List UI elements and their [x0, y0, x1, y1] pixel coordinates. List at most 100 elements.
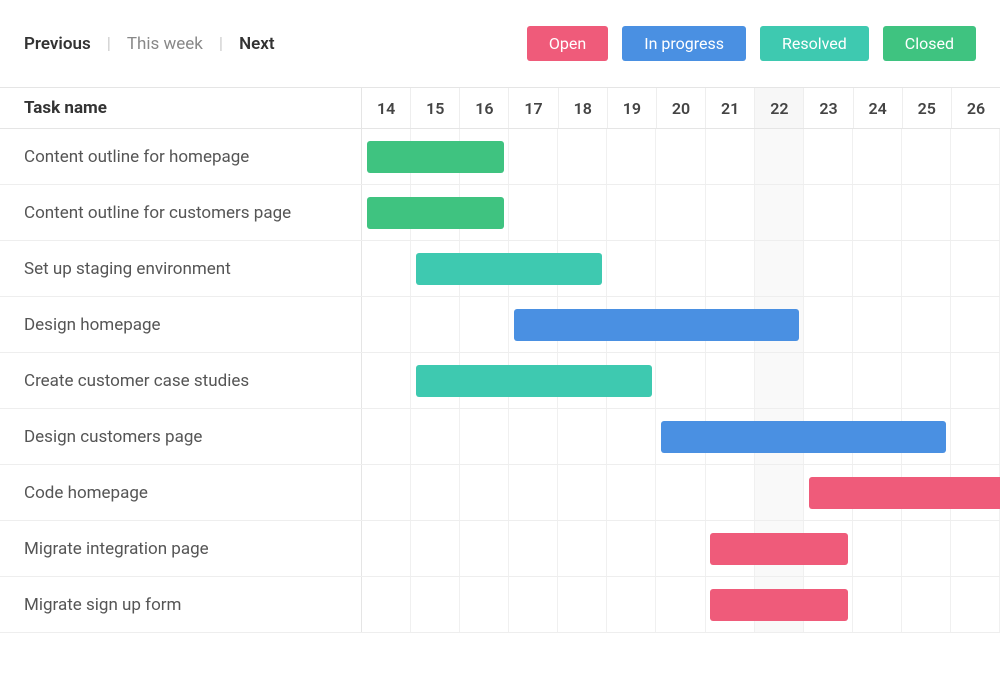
timeline-cell: [706, 129, 755, 184]
timeline-cell: [706, 185, 755, 240]
task-timeline: [362, 409, 1000, 464]
task-name-header[interactable]: Task name: [0, 88, 362, 128]
timeline-cell: [509, 129, 558, 184]
gantt-bar[interactable]: [661, 421, 946, 453]
timeline-cell: [509, 465, 558, 520]
timeline-cell: [558, 185, 607, 240]
gantt-bar[interactable]: [809, 477, 1000, 509]
task-name[interactable]: Content outline for customers page: [0, 185, 362, 240]
day-header-cell[interactable]: 25: [903, 88, 952, 128]
task-timeline: [362, 297, 1000, 352]
timeline-cell: [755, 353, 804, 408]
timeline-cell: [509, 521, 558, 576]
timeline-cell: [853, 241, 902, 296]
nav-separator: |: [107, 34, 111, 54]
timeline-cell: [362, 297, 411, 352]
timeline-cell: [656, 465, 705, 520]
task-timeline: [362, 353, 1000, 408]
nav-previous[interactable]: Previous: [24, 34, 91, 54]
timeline-cell: [853, 353, 902, 408]
day-header-cell[interactable]: 20: [657, 88, 706, 128]
status-filter-open[interactable]: Open: [527, 26, 608, 61]
task-name[interactable]: Content outline for homepage: [0, 129, 362, 184]
gantt-bar[interactable]: [367, 197, 504, 229]
task-timeline: [362, 185, 1000, 240]
task-name[interactable]: Migrate sign up form: [0, 577, 362, 632]
timeline-cell: [951, 409, 1000, 464]
gantt-bar[interactable]: [514, 309, 799, 341]
gantt-bar[interactable]: [710, 589, 847, 621]
timeline-cell: [902, 129, 951, 184]
timeline-cell: [558, 409, 607, 464]
task-name[interactable]: Design customers page: [0, 409, 362, 464]
timeline-cell: [656, 353, 705, 408]
status-filter-in_progress[interactable]: In progress: [622, 26, 746, 61]
day-header-cell[interactable]: 14: [362, 88, 411, 128]
timeline-cell: [706, 465, 755, 520]
gantt-bar[interactable]: [710, 533, 847, 565]
gantt-bar[interactable]: [367, 141, 504, 173]
timeline-cell: [853, 297, 902, 352]
gantt-bar[interactable]: [416, 253, 602, 285]
timeline-cell: [558, 521, 607, 576]
timeline-cell: [902, 353, 951, 408]
task-name[interactable]: Code homepage: [0, 465, 362, 520]
timeline-cell: [853, 577, 902, 632]
timeline-cell: [411, 521, 460, 576]
timeline-cell: [656, 241, 705, 296]
task-timeline: [362, 129, 1000, 184]
timeline-cell: [460, 577, 509, 632]
task-name[interactable]: Create customer case studies: [0, 353, 362, 408]
day-header-cell[interactable]: 15: [411, 88, 460, 128]
header-row: Task name 14151617181920212223242526: [0, 87, 1000, 129]
timeline-cell: [804, 353, 853, 408]
timeline-cell: [607, 577, 656, 632]
day-header-cell[interactable]: 22: [755, 88, 804, 128]
timeline-cell: [902, 241, 951, 296]
task-row: Migrate sign up form: [0, 577, 1000, 633]
task-name[interactable]: Migrate integration page: [0, 521, 362, 576]
nav-next[interactable]: Next: [239, 34, 275, 54]
gantt-bar[interactable]: [416, 365, 652, 397]
timeline-cell: [902, 521, 951, 576]
timeline-cell: [607, 465, 656, 520]
timeline-cell: [460, 465, 509, 520]
task-row: Design customers page: [0, 409, 1000, 465]
day-header-cell[interactable]: 16: [460, 88, 509, 128]
day-header-cell[interactable]: 24: [854, 88, 903, 128]
timeline-cell: [656, 129, 705, 184]
task-name[interactable]: Design homepage: [0, 297, 362, 352]
timeline-cell: [607, 185, 656, 240]
timeline-cell: [362, 521, 411, 576]
day-header-cell[interactable]: 18: [559, 88, 608, 128]
task-timeline: [362, 577, 1000, 632]
task-name[interactable]: Set up staging environment: [0, 241, 362, 296]
day-header-cell[interactable]: 19: [608, 88, 657, 128]
timeline-cell: [755, 185, 804, 240]
timeline-cell: [607, 409, 656, 464]
timeline-cell: [706, 353, 755, 408]
timeline-cell: [755, 129, 804, 184]
timeline-cell: [951, 577, 1000, 632]
day-header-cell[interactable]: 26: [952, 88, 1000, 128]
day-header-cell[interactable]: 21: [706, 88, 755, 128]
timeline-cell: [411, 297, 460, 352]
timeline-cell: [411, 577, 460, 632]
timeline-cell: [362, 409, 411, 464]
timeline-cell: [656, 521, 705, 576]
timeline-header: 14151617181920212223242526: [362, 88, 1000, 128]
timeline-cell: [509, 409, 558, 464]
day-header-cell[interactable]: 23: [804, 88, 853, 128]
timeline-cell: [951, 241, 1000, 296]
nav-this-week[interactable]: This week: [127, 34, 203, 54]
day-header-cell[interactable]: 17: [509, 88, 558, 128]
task-timeline: [362, 465, 1000, 520]
timeline-cell: [607, 129, 656, 184]
task-row: Content outline for homepage: [0, 129, 1000, 185]
toolbar: Previous | This week | Next OpenIn progr…: [0, 0, 1000, 87]
timeline-cell: [607, 241, 656, 296]
timeline-cell: [951, 297, 1000, 352]
status-filter-resolved[interactable]: Resolved: [760, 26, 869, 61]
status-filter-closed[interactable]: Closed: [883, 26, 976, 61]
task-timeline: [362, 241, 1000, 296]
